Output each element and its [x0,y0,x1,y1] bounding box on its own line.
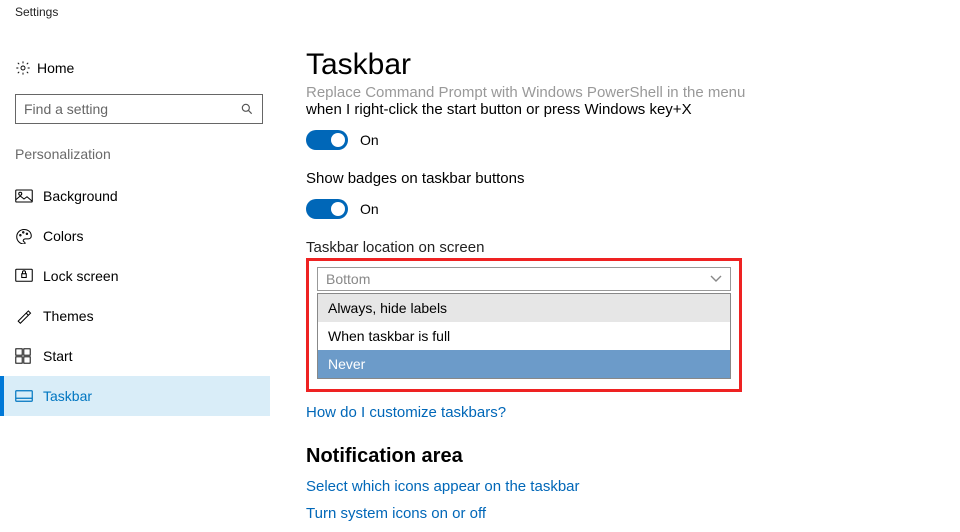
sidebar-item-lock-screen[interactable]: Lock screen [15,256,270,296]
sidebar-item-background[interactable]: Background [15,176,270,216]
chevron-down-icon [710,275,722,283]
gear-icon [15,60,37,76]
sidebar: Home Find a setting Personalization Back… [15,52,270,416]
page-title: Taskbar [306,48,926,82]
sidebar-item-label: Colors [43,228,83,244]
start-icon [15,348,43,364]
sidebar-item-label: Background [43,188,118,204]
toggle-state-label: On [360,132,379,148]
sidebar-item-label: Taskbar [43,388,92,404]
search-icon [240,102,254,116]
setting-label-location: Taskbar location on screen [306,239,926,256]
dropdown-option[interactable]: When taskbar is full [318,322,730,350]
sidebar-home[interactable]: Home [15,52,270,84]
palette-icon [15,228,43,244]
toggle-replace-cmd[interactable] [306,130,348,150]
combo-combine-buttons-dropdown: Always, hide labels When taskbar is full… [317,293,731,379]
link-system-icons[interactable]: Turn system icons on or off [306,505,926,522]
sidebar-item-taskbar[interactable]: Taskbar [0,376,270,416]
toggle-badges[interactable] [306,199,348,219]
window-title: Settings [15,5,58,19]
lock-screen-icon [15,268,43,284]
search-input[interactable]: Find a setting [15,94,263,124]
setting-label-badges: Show badges on taskbar buttons [306,170,926,187]
section-heading-notification-area: Notification area [306,445,926,468]
dropdown-option[interactable]: Never [318,350,730,378]
combo-value: Bottom [326,271,370,287]
sidebar-item-label: Start [43,348,73,364]
sidebar-item-themes[interactable]: Themes [15,296,270,336]
sidebar-home-label: Home [37,60,74,76]
link-how-customize[interactable]: How do I customize taskbars? [306,404,926,421]
link-select-icons[interactable]: Select which icons appear on the taskbar [306,478,926,495]
toggle-state-label: On [360,201,379,217]
dropdown-option[interactable]: Always, hide labels [318,294,730,322]
sidebar-section-heading: Personalization [15,146,270,162]
annotation-highlight-box: Bottom Always, hide labels When taskbar … [306,258,742,392]
combo-taskbar-location[interactable]: Bottom [317,267,731,291]
sidebar-item-colors[interactable]: Colors [15,216,270,256]
taskbar-icon [15,389,43,403]
setting-desc-line1: Replace Command Prompt with Windows Powe… [306,84,926,101]
themes-icon [15,308,43,324]
sidebar-item-label: Themes [43,308,94,324]
main-content: Taskbar Replace Command Prompt with Wind… [306,48,926,532]
picture-icon [15,189,43,203]
setting-desc-line2: when I right-click the start button or p… [306,101,926,118]
sidebar-item-label: Lock screen [43,268,118,284]
search-placeholder: Find a setting [24,101,240,117]
sidebar-item-start[interactable]: Start [15,336,270,376]
